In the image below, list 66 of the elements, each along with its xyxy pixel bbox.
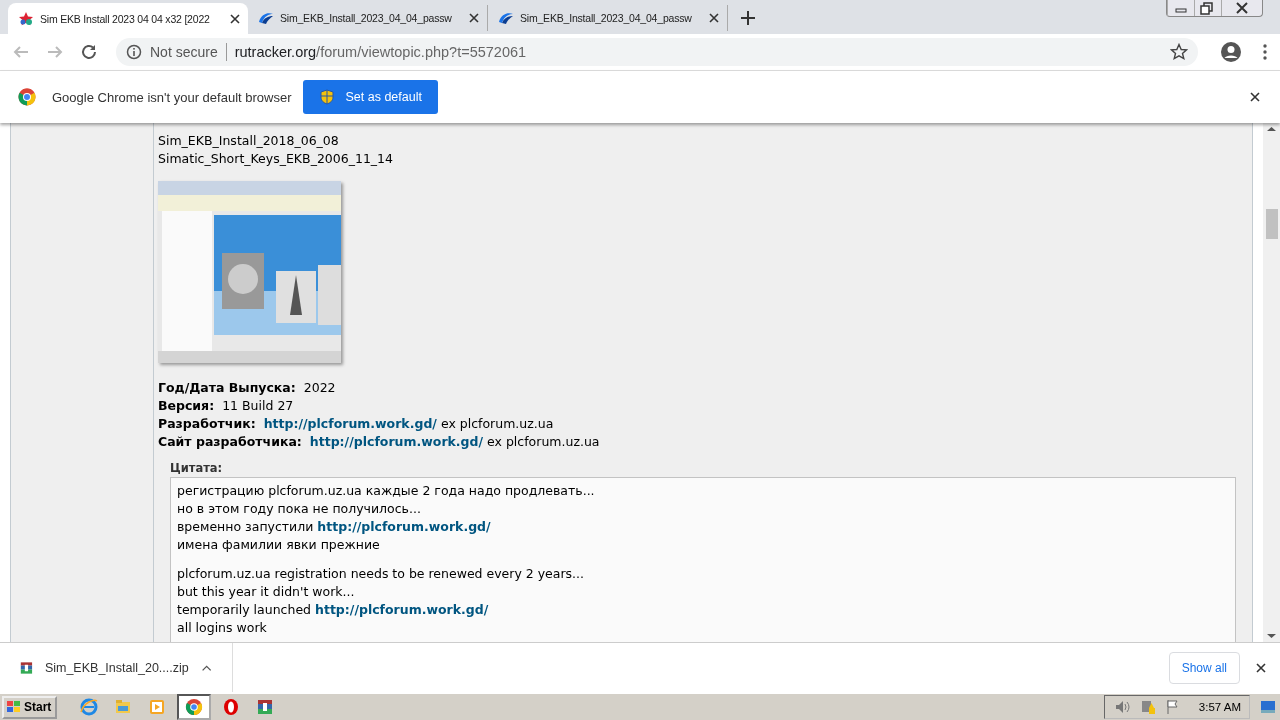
close-icon[interactable] — [707, 11, 721, 25]
close-icon[interactable] — [1254, 660, 1268, 675]
show-all-button[interactable]: Show all — [1168, 651, 1240, 684]
quote-text: имена фамилии явки прежние — [177, 537, 380, 552]
browser-tab[interactable]: Sim EKB Install 2023 04 04 x32 [2022 — [8, 3, 248, 34]
link[interactable]: http://plcforum.work.gd/ — [315, 602, 489, 617]
opera-icon — [222, 698, 241, 716]
scroll-thumb[interactable] — [1266, 209, 1278, 239]
tab-title: Sim EKB Install 2023 04 04 x32 [2022 — [40, 12, 211, 25]
infobar-message: Google Chrome isn't your default browser — [52, 89, 292, 105]
quote-text: регистрацию plcforum.uz.ua каждые 2 года надо продлевать... — [177, 483, 595, 498]
field-value: ex plcforum.uz.ua — [487, 434, 600, 449]
field-label: Сайт разработчика: — [158, 434, 302, 449]
field-label: Год/Дата Выпуска: — [158, 380, 296, 395]
info-icon[interactable] — [126, 44, 142, 60]
quote-title: Цитата: — [170, 460, 224, 477]
close-icon[interactable] — [1248, 90, 1262, 104]
close-icon[interactable] — [467, 11, 481, 25]
start-button[interactable]: Start — [2, 695, 58, 719]
url-text: rutracker.org/forum/viewtopic.php?t=5572061 — [234, 44, 527, 60]
archive-icon — [256, 698, 275, 716]
menu-icon[interactable] — [1262, 43, 1268, 61]
swoosh-icon — [258, 10, 274, 26]
taskbar-button[interactable] — [177, 694, 212, 720]
quote-text: но в этом году пока не получилось... — [177, 501, 421, 516]
tab-title: Sim_EKB_Install_2023_04_04_passw — [280, 12, 453, 24]
clock: 3:57 AM — [1198, 701, 1241, 713]
windows-logo-icon — [6, 700, 22, 714]
star-icon[interactable] — [1170, 43, 1188, 61]
link[interactable]: http://plcforum.work.gd/ — [317, 519, 491, 534]
play-icon — [148, 698, 167, 716]
field-label: Версия: — [158, 398, 215, 413]
flag-icon[interactable] — [1164, 699, 1181, 715]
quote-text: all logins work — [177, 620, 267, 635]
scrollbar[interactable] — [1263, 123, 1280, 642]
file-name: Simatic_Short_Keys_EKB_2006_11_14 — [158, 150, 394, 168]
ie-icon — [80, 698, 99, 716]
browser-tab[interactable]: Sim_EKB_Install_2023_04_04_passw — [248, 5, 488, 31]
field-value: 11 Build 27 — [222, 398, 294, 413]
profile-icon[interactable] — [1220, 41, 1242, 63]
quote-text: but this year it didn't work... — [177, 584, 355, 599]
link[interactable]: http://plcforum.work.gd/ — [263, 416, 437, 431]
set-default-button[interactable]: Set as default — [303, 80, 438, 114]
security-label: Not secure — [150, 44, 218, 60]
address-bar[interactable]: Not secure rutracker.org/forum/viewtopic.php?t=5572061 — [116, 38, 1198, 66]
show-desktop-icon[interactable] — [1260, 700, 1276, 714]
archive-icon — [20, 659, 33, 676]
quote-text: plcforum.uz.ua registration needs to be renewed every 2 years... — [177, 566, 584, 581]
file-name: Sim_EKB_Install_2018_06_08 — [158, 132, 340, 150]
field-value: 2022 — [303, 380, 336, 395]
browser-tab[interactable]: Sim_EKB_Install_2023_04_04_passw — [488, 5, 728, 31]
link[interactable]: http://plcforum.work.gd/ — [309, 434, 484, 449]
new-tab-icon[interactable] — [740, 10, 756, 26]
swoosh-icon — [498, 10, 514, 26]
reload-icon[interactable] — [80, 43, 98, 61]
shield-icon — [319, 89, 336, 105]
quote-text: временно запустили — [177, 519, 314, 534]
close-icon[interactable] — [228, 11, 242, 26]
star-icon — [18, 10, 34, 27]
quote-text: temporarily launched — [177, 602, 311, 617]
chrome-icon — [18, 88, 36, 106]
field-label: Разработчик: — [158, 416, 256, 431]
field-value: ex plcforum.uz.ua — [440, 416, 554, 431]
tab-title: Sim_EKB_Install_2023_04_04_passw — [520, 12, 693, 24]
chrome-icon — [185, 698, 204, 716]
folder-icon — [114, 698, 133, 716]
